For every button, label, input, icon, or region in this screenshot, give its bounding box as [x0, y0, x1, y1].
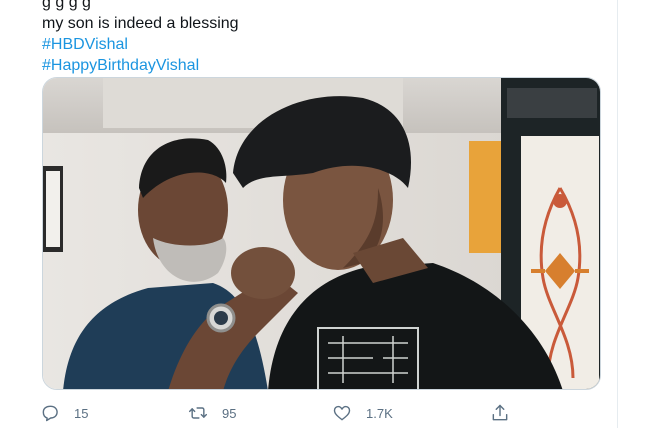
reply-count: 15 — [74, 405, 89, 421]
retweet-button[interactable]: 95 — [188, 400, 236, 426]
share-icon — [492, 404, 508, 421]
reply-icon — [42, 405, 58, 422]
retweet-count: 95 — [222, 405, 237, 421]
column-divider — [617, 0, 618, 428]
tweet-text-line: my son is indeed a blessing — [42, 15, 239, 32]
heart-icon — [333, 405, 351, 421]
tweet-text-clipped-line: g g g g — [42, 0, 91, 11]
share-button[interactable] — [490, 400, 510, 426]
like-button[interactable]: 1.7K — [332, 400, 393, 426]
hashtag-link-hbdvishal[interactable]: #HBDVishal — [42, 34, 602, 55]
tweet-actions: 15 95 1.7K — [40, 400, 520, 426]
tweet-photo[interactable] — [42, 77, 601, 390]
photo-father-and-son — [43, 78, 600, 389]
hashtag-link-happybirthdayvishal[interactable]: #HappyBirthdayVishal — [42, 55, 602, 76]
retweet-icon — [188, 407, 208, 419]
like-count: 1.7K — [366, 405, 393, 421]
tweet-text: g g g g my son is indeed a blessing #HBD… — [42, 0, 602, 76]
reply-button[interactable]: 15 — [40, 400, 88, 426]
